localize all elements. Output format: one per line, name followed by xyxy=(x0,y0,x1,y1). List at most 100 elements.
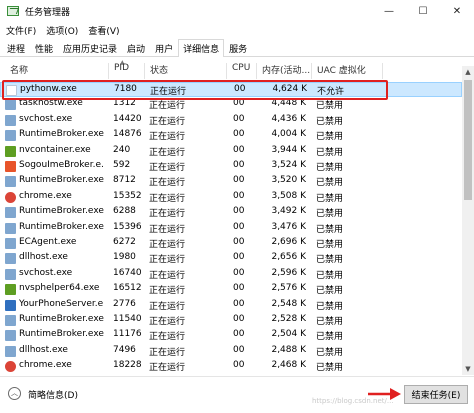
process-cpu: 00 xyxy=(233,113,245,124)
window-icon xyxy=(5,345,16,357)
column-header-name[interactable]: 名称 xyxy=(7,63,28,76)
menu-view[interactable]: 查看(V) xyxy=(84,24,123,37)
process-name: svchost.exe xyxy=(19,267,73,278)
column-divider[interactable] xyxy=(108,63,109,79)
table-row[interactable]: RuntimeBroker.exe 8712 正在运行 00 3,520 K 已禁用 xyxy=(0,174,462,189)
process-cpu: 00 xyxy=(233,144,245,155)
menu-bar: 文件(F) 选项(O) 查看(V) xyxy=(0,22,474,39)
tab-app-history[interactable]: 应用历史记录 xyxy=(58,40,122,56)
process-pid: 14420 xyxy=(113,113,142,124)
task-manager-icon xyxy=(7,6,19,16)
chevron-up-icon[interactable]: ︿ xyxy=(8,387,21,400)
process-uac: 已禁用 xyxy=(316,301,344,312)
tab-performance[interactable]: 性能 xyxy=(30,40,58,56)
process-pid: 14876 xyxy=(113,129,142,140)
column-divider[interactable] xyxy=(226,63,227,79)
close-button[interactable]: ✕ xyxy=(440,0,474,22)
fewer-details-link[interactable]: 简略信息(D) xyxy=(28,388,78,401)
window-title: 任务管理器 xyxy=(25,7,71,18)
minimize-button[interactable]: — xyxy=(372,0,406,22)
table-row[interactable]: RuntimeBroker.exe 15396 正在运行 00 3,476 K 已禁用 xyxy=(0,221,462,236)
process-uac: 已禁用 xyxy=(316,193,344,204)
process-uac: 已禁用 xyxy=(316,332,344,343)
table-row[interactable]: RuntimeBroker.exe 11540 正在运行 00 2,528 K 已禁用 xyxy=(0,313,462,328)
table-row[interactable]: RuntimeBroker.exe 14876 正在运行 00 4,004 K 已禁用 xyxy=(0,128,462,143)
process-uac: 已禁用 xyxy=(316,132,344,143)
tab-users[interactable]: 用户 xyxy=(150,40,178,56)
window-icon xyxy=(5,330,16,342)
scrollbar-thumb[interactable] xyxy=(464,80,472,200)
process-cpu: 00 xyxy=(233,329,245,340)
tab-services[interactable]: 服务 xyxy=(224,40,252,56)
table-row[interactable]: YourPhoneServer.e... 2776 正在运行 00 2,548 K 已禁用 xyxy=(0,298,462,313)
process-memory: 3,476 K xyxy=(271,221,306,232)
process-pid: 2776 xyxy=(113,298,136,309)
end-task-button[interactable]: 结束任务(E) xyxy=(404,385,468,404)
table-row[interactable]: chrome.exe 15352 正在运行 00 3,508 K 已禁用 xyxy=(0,190,462,205)
process-uac: 已禁用 xyxy=(316,255,344,266)
tab-details[interactable]: 详细信息 xyxy=(178,39,225,57)
process-status: 正在运行 xyxy=(149,347,186,358)
process-pid: 11176 xyxy=(113,329,142,340)
column-header-uac[interactable]: UAC 虚拟化 xyxy=(314,63,366,76)
process-name: SogouImeBroker.e... xyxy=(19,160,104,170)
tab-startup[interactable]: 启动 xyxy=(122,40,150,56)
chrome-icon xyxy=(5,191,16,203)
menu-file[interactable]: 文件(F) xyxy=(2,24,40,37)
process-cpu: 00 xyxy=(233,206,245,217)
process-pid: 7496 xyxy=(113,344,136,355)
process-uac: 已禁用 xyxy=(316,116,344,127)
table-row[interactable]: SogouImeBroker.e... 592 正在运行 00 3,524 K 已禁用 xyxy=(0,159,462,174)
sogou-icon xyxy=(5,161,16,172)
column-header-status[interactable]: 状态 xyxy=(147,63,168,76)
process-name: nvsphelper64.exe xyxy=(19,283,100,294)
process-name: svchost.exe xyxy=(19,113,73,124)
process-uac: 已禁用 xyxy=(316,224,344,235)
process-uac: 已禁用 xyxy=(316,178,344,189)
phone-icon xyxy=(5,299,16,311)
process-status: 正在运行 xyxy=(149,224,186,235)
process-status: 正在运行 xyxy=(149,301,186,312)
column-divider[interactable] xyxy=(256,63,257,79)
process-status: 正在运行 xyxy=(149,163,186,173)
tab-processes[interactable]: 进程 xyxy=(2,40,30,56)
process-pid: 18228 xyxy=(113,360,142,371)
table-row[interactable]: dllhost.exe 7496 正在运行 00 2,488 K 已禁用 xyxy=(0,344,462,359)
column-header-cpu[interactable]: CPU xyxy=(229,63,250,73)
scroll-up-icon[interactable]: ▲ xyxy=(462,66,474,78)
process-pid: 240 xyxy=(113,144,131,155)
process-pid: 6272 xyxy=(113,237,136,247)
process-memory: 2,696 K xyxy=(271,237,306,247)
process-memory: 2,528 K xyxy=(271,314,306,324)
menu-options[interactable]: 选项(O) xyxy=(42,24,82,37)
process-name: ECAgent.exe xyxy=(19,237,77,247)
process-memory: 2,468 K xyxy=(271,360,306,371)
column-divider[interactable] xyxy=(144,63,145,79)
process-status: 正在运行 xyxy=(149,101,186,112)
maximize-button[interactable]: ☐ xyxy=(406,0,440,22)
table-row[interactable]: dllhost.exe 1980 正在运行 00 2,656 K 已禁用 xyxy=(0,251,462,266)
window-icon xyxy=(5,268,16,280)
window-icon xyxy=(5,114,16,126)
table-row[interactable]: RuntimeBroker.exe 6288 正在运行 00 3,492 K 已禁用 xyxy=(0,205,462,220)
table-row[interactable]: nvsphelper64.exe 16512 正在运行 00 2,576 K 已禁用 xyxy=(0,282,462,297)
process-memory: 4,004 K xyxy=(271,129,306,140)
table-row[interactable]: nvcontainer.exe 240 正在运行 00 3,944 K 已禁用 xyxy=(0,144,462,159)
column-divider[interactable] xyxy=(382,63,383,79)
process-name: chrome.exe xyxy=(19,190,72,201)
process-name: YourPhoneServer.e... xyxy=(19,298,104,309)
scroll-down-icon[interactable]: ▼ xyxy=(462,363,474,375)
table-row[interactable]: svchost.exe 14420 正在运行 00 4,436 K 已禁用 xyxy=(0,113,462,128)
process-cpu: 00 xyxy=(233,160,245,170)
table-row[interactable]: RuntimeBroker.exe 11176 正在运行 00 2,504 K 已禁用 xyxy=(0,328,462,343)
highlight-annotation xyxy=(2,80,388,100)
column-divider[interactable] xyxy=(311,63,312,79)
column-header-pid[interactable]: PID xyxy=(111,63,129,73)
vertical-scrollbar[interactable]: ▲ ▼ xyxy=(462,66,474,375)
table-row[interactable]: svchost.exe 16740 正在运行 00 2,596 K 已禁用 xyxy=(0,267,462,282)
table-row[interactable]: ECAgent.exe 6272 正在运行 00 2,696 K 已禁用 xyxy=(0,236,462,251)
process-uac: 已禁用 xyxy=(316,163,344,173)
column-header-memory[interactable]: 内存(活动... xyxy=(259,63,310,76)
process-memory: 3,944 K xyxy=(271,144,306,155)
table-row[interactable]: chrome.exe 18228 正在运行 00 2,468 K 已禁用 xyxy=(0,359,462,374)
